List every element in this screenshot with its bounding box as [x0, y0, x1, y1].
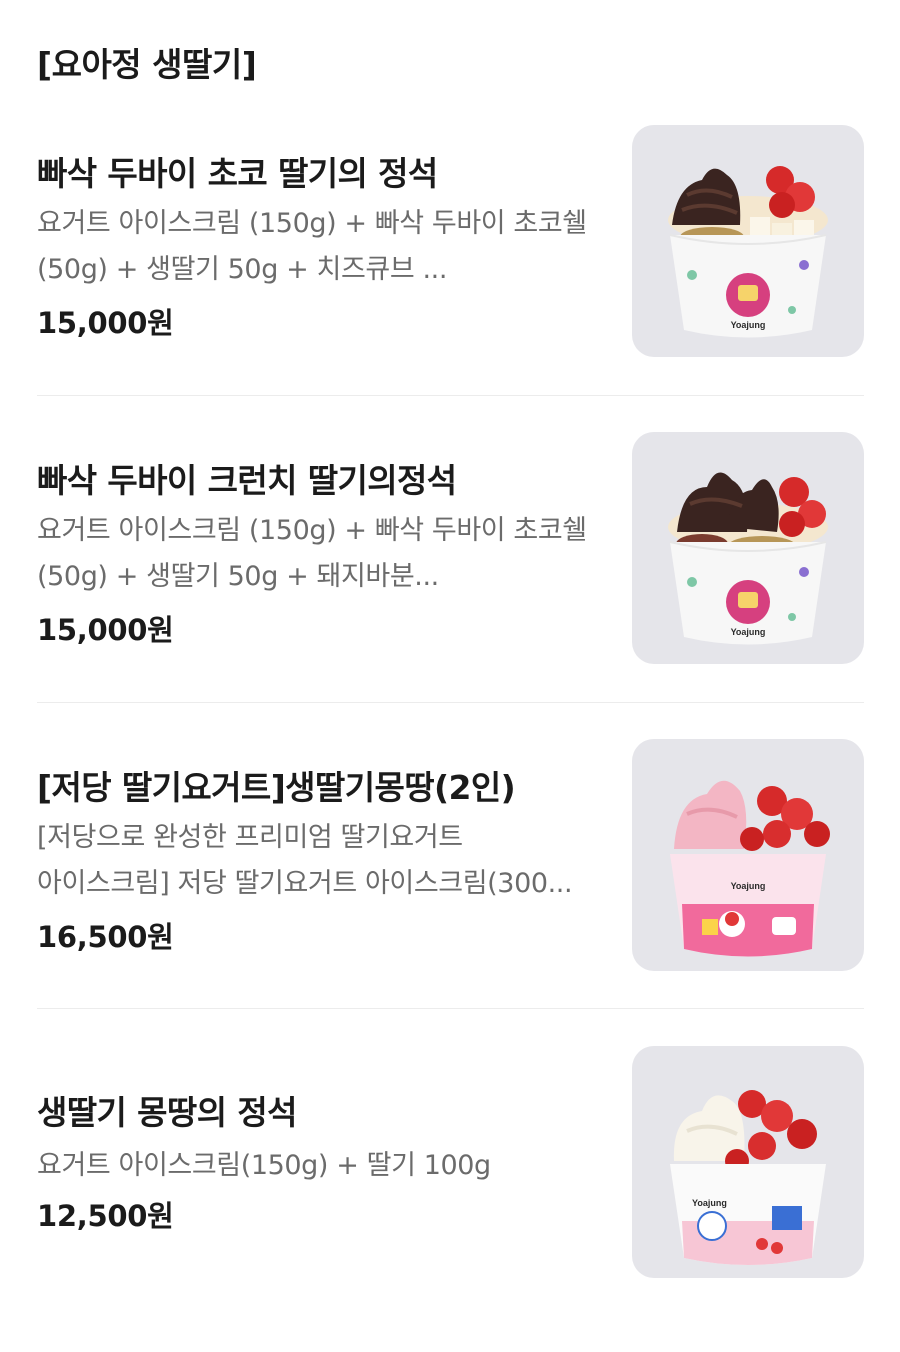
menu-item-name: 빠삭 두바이 크런치 딸기의정석	[37, 461, 457, 500]
menu-item-image[interactable]: Yoajung	[632, 432, 864, 664]
menu-item-description: 요거트 아이스크림(150g) + 딸기 100g	[37, 1150, 491, 1181]
item-divider	[37, 1008, 864, 1009]
section-title: [요아정 생딸기]	[37, 45, 257, 84]
menu-item-name: [저당 딸기요거트]생딸기몽땅(2인)	[37, 768, 516, 807]
menu-item[interactable]: 빠삭 두바이 크런치 딸기의정석 요거트 아이스크림 (150g) + 빠삭 두…	[0, 432, 900, 738]
yogurt-bowl-white-strawberry-icon: Yoajung	[670, 1090, 826, 1265]
menu-item[interactable]: 빠삭 두바이 초코 딸기의 정석 요거트 아이스크림 (150g) + 빠삭 두…	[0, 125, 900, 431]
menu-item-image[interactable]: Yoajung	[632, 739, 864, 971]
svg-text:Yoajung: Yoajung	[731, 881, 766, 891]
menu-item-description: 요거트 아이스크림 (150g) + 빠삭 두바이 초코쉘 (50g) + 생딸…	[37, 515, 587, 592]
svg-text:Yoajung: Yoajung	[692, 1198, 727, 1208]
menu-item-price: 12,500원	[37, 1199, 174, 1233]
item-divider	[37, 702, 864, 703]
menu-item[interactable]: [저당 딸기요거트]생딸기몽땅(2인) [저당으로 완성한 프리미엄 딸기요거트…	[0, 739, 900, 1045]
menu-item-price: 15,000원	[37, 306, 174, 340]
menu-item[interactable]: 생딸기 몽땅의 정석 요거트 아이스크림(150g) + 딸기 100g 12,…	[0, 1046, 900, 1352]
menu-item-image[interactable]: Yoajung	[632, 1046, 864, 1278]
menu-item-price: 15,000원	[37, 613, 174, 647]
menu-item-description: 요거트 아이스크림 (150g) + 빠삭 두바이 초코쉘 (50g) + 생딸…	[37, 208, 587, 285]
svg-text:Yoajung: Yoajung	[731, 320, 766, 330]
menu-item-description: [저당으로 완성한 프리미엄 딸기요거트 아이스크림] 저당 딸기요거트 아이스…	[37, 822, 573, 899]
item-divider	[37, 395, 864, 396]
menu-item-price: 16,500원	[37, 920, 174, 954]
yogurt-bowl-pink-strawberry-icon: Yoajung	[670, 780, 830, 957]
svg-text:Yoajung: Yoajung	[731, 627, 766, 637]
yogurt-bowl-choco-strawberry-crunch-icon: Yoajung	[668, 472, 828, 645]
menu-item-name: 빠삭 두바이 초코 딸기의 정석	[37, 154, 438, 193]
yogurt-bowl-choco-strawberry-cheese-icon: Yoajung	[668, 166, 828, 338]
menu-item-image[interactable]: Yoajung	[632, 125, 864, 357]
menu-item-name: 생딸기 몽땅의 정석	[37, 1093, 297, 1132]
